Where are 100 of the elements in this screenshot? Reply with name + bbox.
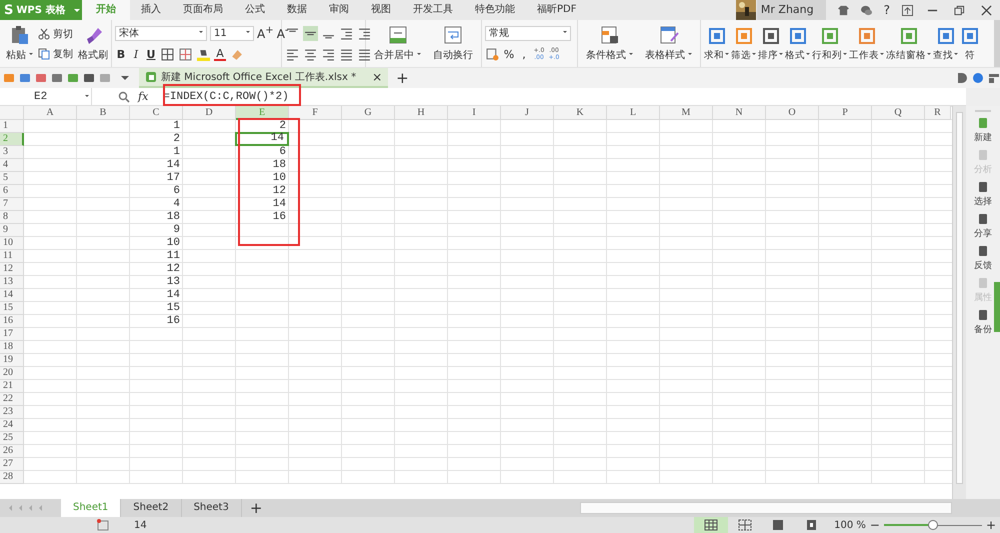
row-header[interactable]: 28	[0, 471, 24, 484]
column-header[interactable]: M	[660, 106, 713, 120]
row-header[interactable]: 14	[0, 289, 24, 302]
user-name[interactable]: Mr Zhang	[756, 0, 826, 20]
font-style-button[interactable]: B	[115, 48, 127, 61]
new-tab-button[interactable]: +	[396, 69, 409, 87]
menu-tab[interactable]: 福昕PDF	[526, 0, 588, 20]
column-header[interactable]: C	[130, 106, 183, 120]
ribbon-button[interactable]: 求和	[703, 26, 730, 62]
row-header[interactable]: 6	[0, 185, 24, 198]
help-button[interactable]: ?	[884, 3, 890, 17]
collapse-ribbon-icon[interactable]	[988, 72, 1000, 84]
font-size-dropdown[interactable]: 11	[210, 26, 254, 40]
column-header[interactable]: F	[289, 106, 342, 120]
close-icon[interactable]	[981, 4, 992, 16]
menu-tab[interactable]: 开发工具	[402, 0, 464, 20]
row-header[interactable]: 12	[0, 263, 24, 276]
menu-tab[interactable]: 视图	[360, 0, 402, 20]
row-header[interactable]: 20	[0, 367, 24, 380]
add-sheet-button[interactable]: +	[250, 499, 262, 517]
column-header[interactable]: O	[766, 106, 819, 120]
copy-button[interactable]: 复制	[38, 46, 73, 60]
currency-icon[interactable]	[485, 46, 500, 62]
row-header[interactable]: 8	[0, 211, 24, 224]
paste-button[interactable]: 粘贴	[3, 25, 36, 62]
sidebar-item[interactable]: 反馈	[974, 245, 992, 272]
column-header[interactable]: K	[554, 106, 607, 120]
row-header[interactable]: 1	[0, 120, 24, 133]
row-header[interactable]: 4	[0, 159, 24, 172]
column-header[interactable]: N	[713, 106, 766, 120]
menu-tab[interactable]: 审阅	[318, 0, 360, 20]
column-header[interactable]: H	[395, 106, 448, 120]
search-icon[interactable]	[118, 90, 130, 102]
font-style-button[interactable]: I	[130, 48, 142, 61]
cloud-icon[interactable]	[972, 72, 984, 84]
align-icon[interactable]	[357, 46, 372, 62]
horizontal-scrollbar[interactable]	[580, 502, 952, 514]
function-button[interactable]: fx	[138, 90, 148, 103]
align-icon[interactable]	[321, 46, 336, 62]
row-header[interactable]: 23	[0, 406, 24, 419]
row-header[interactable]: 15	[0, 302, 24, 315]
menu-tab[interactable]: 页面布局	[172, 0, 234, 20]
sidebar-handle[interactable]	[994, 282, 1000, 332]
cut-button[interactable]: 剪切	[38, 26, 73, 40]
vertical-scrollbar[interactable]	[952, 106, 966, 499]
sidebar-item[interactable]: 选择	[974, 181, 992, 208]
row-header[interactable]: 21	[0, 380, 24, 393]
column-header[interactable]: J	[501, 106, 554, 120]
sidebar-item[interactable]: 新建	[974, 117, 992, 144]
name-box[interactable]: E2	[0, 88, 92, 105]
row-header[interactable]: 24	[0, 419, 24, 432]
calendar-icon[interactable]	[97, 519, 109, 531]
zoom-in-button[interactable]: +	[986, 518, 996, 532]
row-header[interactable]: 3	[0, 146, 24, 159]
column-header[interactable]: A	[24, 106, 77, 120]
fill-color-icon[interactable]	[196, 47, 211, 62]
column-header[interactable]: G	[342, 106, 395, 120]
row-header[interactable]: 13	[0, 276, 24, 289]
align-icon[interactable]	[339, 46, 354, 62]
close-tab-button[interactable]: ×	[372, 70, 382, 84]
row-header[interactable]: 22	[0, 393, 24, 406]
shrink-font-button[interactable]: A$^{-}$	[276, 25, 289, 41]
row-header[interactable]: 10	[0, 237, 24, 250]
row-header[interactable]: 17	[0, 328, 24, 341]
menu-tab[interactable]: 数据	[276, 0, 318, 20]
format-painter-button[interactable]: 格式刷	[75, 25, 111, 62]
document-tab[interactable]: 新建 Microsoft Office Excel 工作表.xlsx * ×	[139, 68, 388, 88]
normal-view-icon[interactable]	[694, 517, 728, 533]
shirt-icon[interactable]	[838, 4, 849, 16]
row-header[interactable]: 27	[0, 458, 24, 471]
restore-icon[interactable]	[954, 4, 965, 16]
ribbon-button[interactable]: 符	[959, 26, 981, 62]
ribbon-button[interactable]: 查找	[932, 26, 959, 62]
sidebar-item[interactable]: 备份	[974, 309, 992, 336]
formula-field[interactable]: =INDEX(C:C,ROW()*2)	[160, 90, 966, 102]
cell-style-icon[interactable]	[178, 47, 193, 62]
ribbon-button[interactable]: 工作表	[848, 26, 885, 62]
row-header[interactable]: 25	[0, 432, 24, 445]
ribbon-button[interactable]: 排序	[757, 26, 784, 62]
column-header[interactable]: Q	[872, 106, 925, 120]
row-header[interactable]: 26	[0, 445, 24, 458]
font-color-button[interactable]: A	[214, 48, 226, 61]
zoom-out-button[interactable]: −	[870, 518, 880, 532]
menu-tab[interactable]: 公式	[234, 0, 276, 20]
comma-button[interactable]: ,	[518, 48, 530, 60]
sidebar-item[interactable]: 分享	[974, 213, 992, 240]
row-header[interactable]: 16	[0, 315, 24, 328]
column-header[interactable]: D	[183, 106, 236, 120]
ribbon-button[interactable]: 条件格式	[581, 25, 638, 62]
number-format-dropdown[interactable]: 常规	[485, 26, 571, 40]
align-icon[interactable]	[285, 46, 300, 62]
column-header[interactable]: L	[607, 106, 660, 120]
row-header[interactable]: 9	[0, 224, 24, 237]
ribbon-button[interactable]: 自动换行	[428, 25, 478, 62]
column-header[interactable]: R	[925, 106, 951, 120]
align-icon[interactable]	[339, 26, 354, 40]
ribbon-button[interactable]: 行和列	[811, 26, 848, 62]
ribbon-button[interactable]: 合并居中	[369, 25, 426, 62]
border-icon[interactable]	[160, 47, 175, 62]
align-icon[interactable]	[303, 26, 318, 40]
